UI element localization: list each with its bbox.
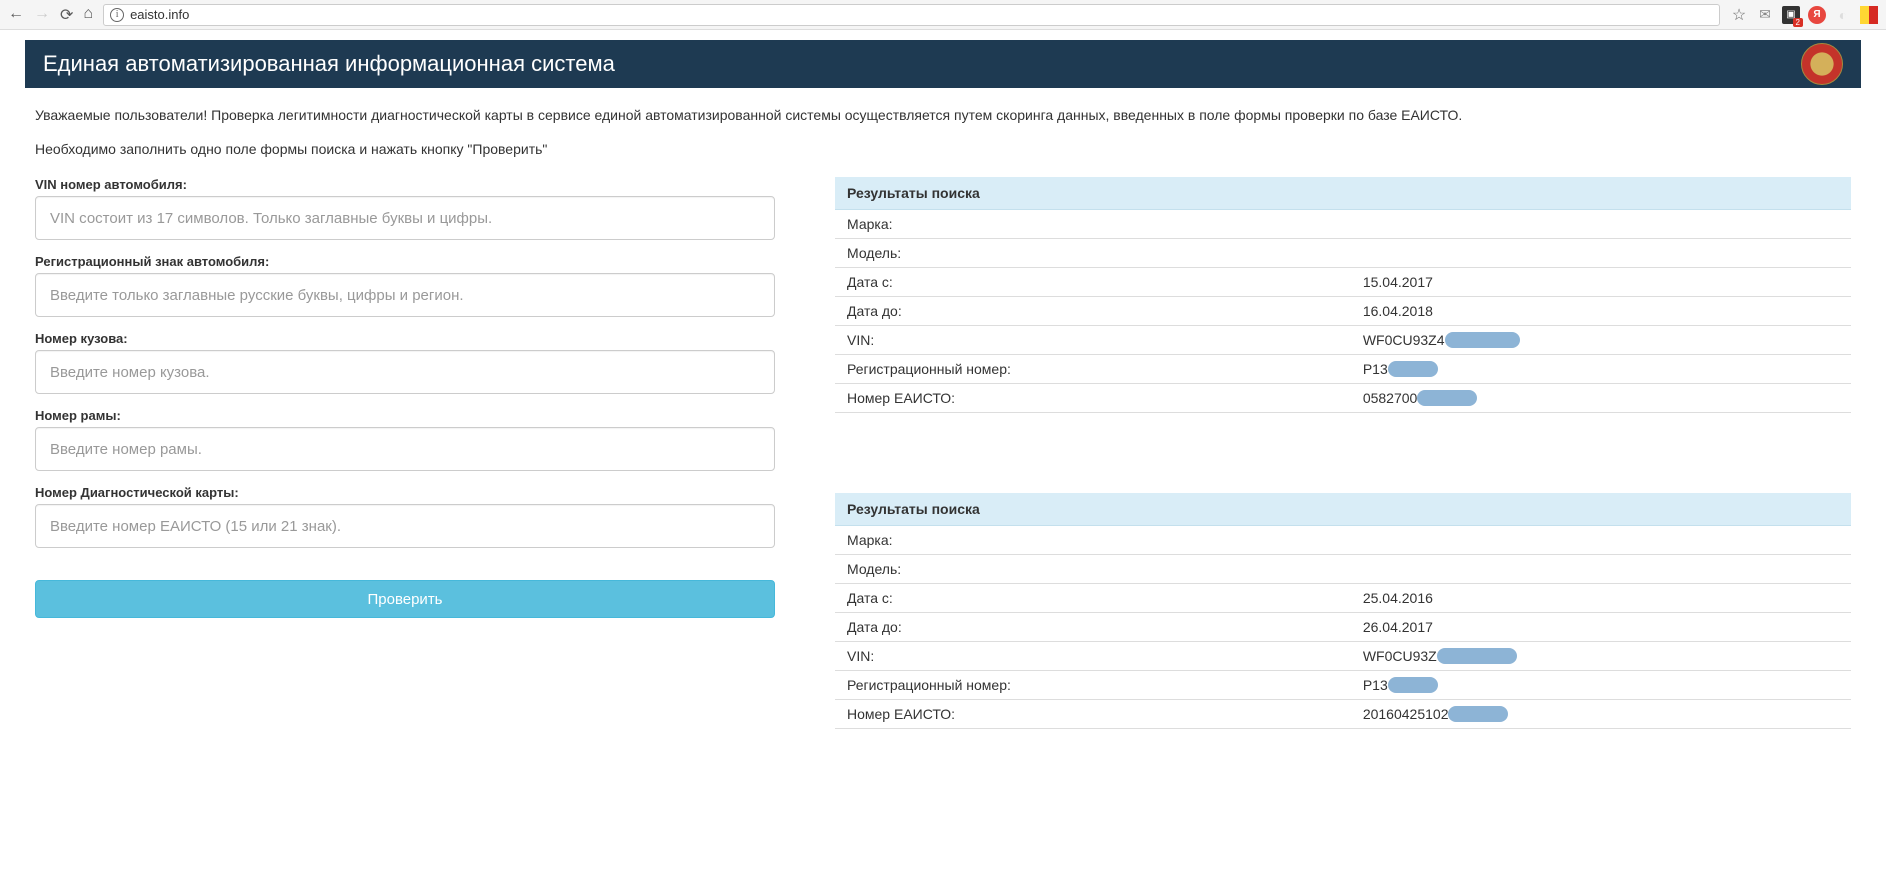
result-regnum-value: Р13 bbox=[1363, 677, 1388, 693]
regnum-label: Регистрационный знак автомобиля: bbox=[35, 254, 775, 269]
result-brand-label: Марка: bbox=[847, 216, 1363, 232]
frame-label: Номер рамы: bbox=[35, 408, 775, 423]
extension-light-icon[interactable]: ◐ bbox=[1834, 6, 1852, 24]
flag-icon[interactable] bbox=[1860, 6, 1878, 24]
result-model-label: Модель: bbox=[847, 245, 1363, 261]
result-dateto-label: Дата до: bbox=[847, 619, 1363, 635]
redacted-block bbox=[1388, 677, 1438, 693]
intro-p2: Необходимо заполнить одно поле формы пои… bbox=[35, 140, 1851, 160]
result-datefrom-label: Дата с: bbox=[847, 274, 1363, 290]
result-vin-value: WF0CU93Z4 bbox=[1363, 332, 1445, 348]
results-column: Результаты поиска Марка: Модель: Дата с:… bbox=[835, 177, 1851, 809]
nav-arrows: ← → ⟳ ⌂ bbox=[8, 5, 93, 25]
result-vin-label: VIN: bbox=[847, 332, 1363, 348]
intro-p1: Уважаемые пользователи! Проверка легитим… bbox=[35, 106, 1851, 126]
result-eaisto-value: 0582700 bbox=[1363, 390, 1418, 406]
result-dateto-value: 26.04.2017 bbox=[1363, 619, 1839, 635]
result-dateto-value: 16.04.2018 bbox=[1363, 303, 1839, 319]
result-datefrom-label: Дата с: bbox=[847, 590, 1363, 606]
result-dateto-label: Дата до: bbox=[847, 303, 1363, 319]
info-icon[interactable]: i bbox=[110, 8, 124, 22]
mail-icon[interactable]: ✉ bbox=[1756, 6, 1774, 24]
bookmark-star-icon[interactable]: ☆ bbox=[1730, 6, 1748, 24]
redacted-block bbox=[1388, 361, 1438, 377]
result-datefrom-value: 25.04.2016 bbox=[1363, 590, 1839, 606]
vin-input[interactable] bbox=[35, 196, 775, 240]
diagcard-label: Номер Диагностической карты: bbox=[35, 485, 775, 500]
browser-extensions: ☆ ✉ ▣ Я ◐ bbox=[1730, 6, 1878, 24]
vin-label: VIN номер автомобиля: bbox=[35, 177, 775, 192]
emblem-icon bbox=[1801, 43, 1843, 85]
results-header: Результаты поиска bbox=[835, 177, 1851, 210]
reload-icon[interactable]: ⟳ bbox=[60, 5, 73, 25]
result-vin-label: VIN: bbox=[847, 648, 1363, 664]
url-text: eaisto.info bbox=[130, 7, 189, 22]
result-model-label: Модель: bbox=[847, 561, 1363, 577]
body-input[interactable] bbox=[35, 350, 775, 394]
browser-chrome: ← → ⟳ ⌂ i eaisto.info ☆ ✉ ▣ Я ◐ bbox=[0, 0, 1886, 30]
intro-text: Уважаемые пользователи! Проверка легитим… bbox=[0, 106, 1886, 159]
home-icon[interactable]: ⌂ bbox=[83, 5, 93, 25]
body-label: Номер кузова: bbox=[35, 331, 775, 346]
redacted-block bbox=[1437, 648, 1517, 664]
result-brand-label: Марка: bbox=[847, 532, 1363, 548]
result-eaisto-value: 20160425102 bbox=[1363, 706, 1449, 722]
forward-icon: → bbox=[34, 5, 50, 25]
redacted-block bbox=[1417, 390, 1477, 406]
results-panel-1: Результаты поиска Марка: Модель: Дата с:… bbox=[835, 177, 1851, 413]
yandex-icon[interactable]: Я bbox=[1808, 6, 1826, 24]
diagcard-input[interactable] bbox=[35, 504, 775, 548]
submit-button[interactable]: Проверить bbox=[35, 580, 775, 618]
results-panel-2: Результаты поиска Марка: Модель: Дата с:… bbox=[835, 493, 1851, 729]
page-header: Единая автоматизированная информационная… bbox=[25, 40, 1861, 88]
result-brand-value bbox=[1363, 216, 1839, 232]
page-title: Единая автоматизированная информационная… bbox=[43, 51, 615, 77]
result-model-value bbox=[1363, 561, 1839, 577]
extension-dark-icon[interactable]: ▣ bbox=[1782, 6, 1800, 24]
result-eaisto-label: Номер ЕАИСТО: bbox=[847, 390, 1363, 406]
redacted-block bbox=[1445, 332, 1520, 348]
search-form: VIN номер автомобиля: Регистрационный зн… bbox=[35, 177, 775, 809]
result-eaisto-label: Номер ЕАИСТО: bbox=[847, 706, 1363, 722]
url-bar[interactable]: i eaisto.info bbox=[103, 4, 1720, 26]
back-icon[interactable]: ← bbox=[8, 5, 24, 25]
result-regnum-value: Р13 bbox=[1363, 361, 1388, 377]
result-vin-value: WF0CU93Z bbox=[1363, 648, 1437, 664]
regnum-input[interactable] bbox=[35, 273, 775, 317]
results-header: Результаты поиска bbox=[835, 493, 1851, 526]
result-regnum-label: Регистрационный номер: bbox=[847, 361, 1363, 377]
result-datefrom-value: 15.04.2017 bbox=[1363, 274, 1839, 290]
result-regnum-label: Регистрационный номер: bbox=[847, 677, 1363, 693]
frame-input[interactable] bbox=[35, 427, 775, 471]
redacted-block bbox=[1448, 706, 1508, 722]
result-brand-value bbox=[1363, 532, 1839, 548]
result-model-value bbox=[1363, 245, 1839, 261]
